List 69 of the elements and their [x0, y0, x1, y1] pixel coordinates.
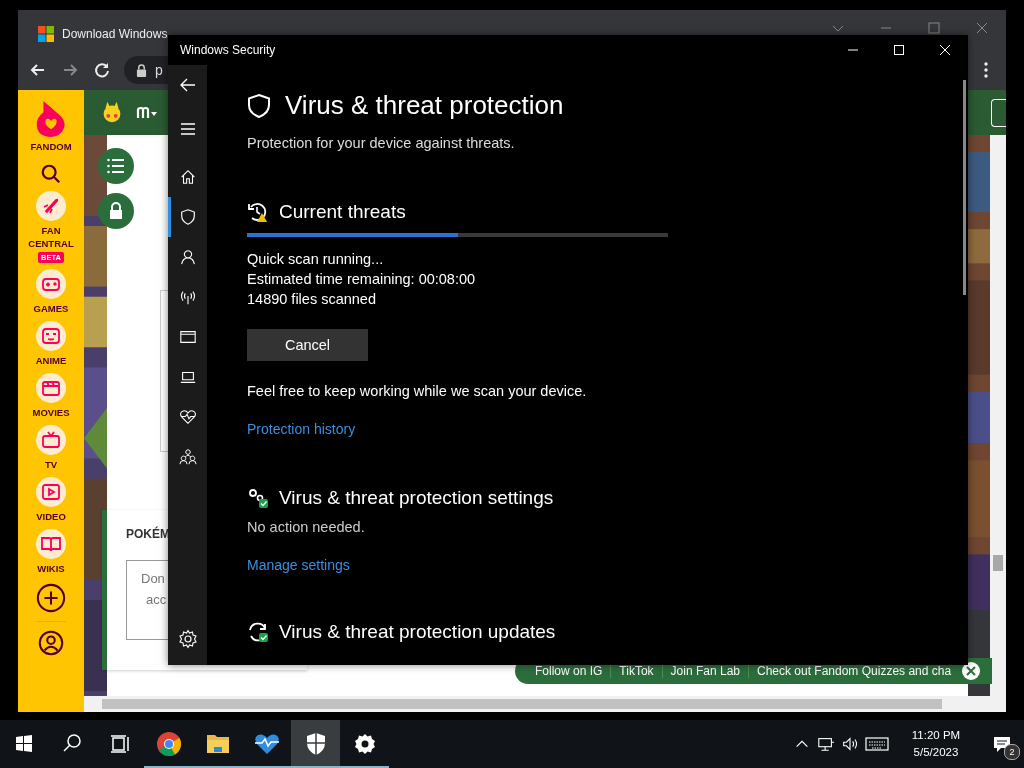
manage-settings-link[interactable]: Manage settings — [247, 557, 350, 573]
gears-icon — [247, 487, 269, 509]
nav-icon — [178, 168, 197, 186]
rocket-icon[interactable] — [36, 191, 66, 221]
page-subtitle: Protection for your device against threats. — [247, 135, 515, 151]
section-title: Virus & threat protection settings — [279, 487, 554, 509]
horizontal-scrollbar[interactable] — [84, 696, 1006, 712]
search-icon[interactable] — [40, 163, 62, 185]
vertical-scrollbar[interactable] — [990, 135, 1006, 696]
network-icon[interactable] — [817, 735, 835, 753]
time-text: 11:20 PM — [911, 728, 961, 743]
nav-icon — [178, 288, 197, 306]
clapper-icon[interactable] — [36, 373, 66, 403]
windows-logo-icon — [38, 26, 54, 42]
sidebar-item[interactable]: GAMES — [21, 302, 81, 315]
window-title: Windows Security — [180, 43, 276, 57]
sidebar-item[interactable]: WIKIS — [21, 562, 81, 575]
face-icon[interactable] — [36, 321, 66, 351]
notice-text: Don — [141, 571, 165, 586]
banner-link[interactable]: Check out Fandom Quizzes and cha — [749, 664, 960, 678]
nav-icon — [178, 448, 197, 466]
list-icon[interactable] — [98, 148, 134, 184]
scan-status: Estimated time remaining: 00:08:00 — [247, 270, 476, 289]
clock-warning-icon — [247, 201, 269, 223]
tv-icon[interactable] — [36, 425, 66, 455]
page-title: Virus & threat protection — [285, 90, 564, 121]
section-title: Current threats — [279, 201, 406, 223]
play-icon[interactable] — [36, 477, 66, 507]
nav-icon — [178, 208, 197, 226]
sidebar-item[interactable]: TV — [21, 458, 81, 471]
close-icon[interactable] — [961, 661, 982, 681]
scan-status: Quick scan running... — [247, 250, 384, 269]
nav-icon — [178, 408, 197, 426]
shield-app-button[interactable] — [291, 720, 340, 768]
notice-text: acc — [146, 592, 167, 607]
user-icon[interactable] — [36, 621, 66, 658]
sidebar-item[interactable]: ANIME — [21, 354, 81, 367]
maximize-icon[interactable] — [891, 42, 907, 58]
shield-icon — [247, 92, 271, 119]
sidebar-item[interactable]: VIDEO — [21, 510, 81, 523]
brand-name[interactable]: FANDOM — [21, 140, 81, 153]
book-icon[interactable] — [36, 529, 66, 559]
nav-icon — [178, 248, 197, 266]
scan-status: 14890 files scanned — [247, 290, 376, 309]
reload-icon[interactable] — [92, 60, 112, 80]
lock-icon[interactable] — [98, 193, 134, 229]
sidebar-item[interactable]: FAN CENTRAL — [21, 224, 81, 250]
date-text: 5/5/2023 — [913, 745, 959, 760]
close-icon[interactable] — [937, 42, 953, 58]
gamepad-icon[interactable] — [36, 269, 66, 299]
scan-note: Feel free to keep working while we scan your device. — [247, 383, 587, 399]
plus-icon[interactable] — [36, 583, 66, 613]
sync-icon — [247, 621, 269, 643]
protection-history-link[interactable]: Protection history — [247, 421, 356, 437]
scrollbar[interactable] — [963, 80, 966, 295]
volume-icon[interactable] — [841, 735, 859, 753]
clock[interactable]: 11:20 PM 5/5/2023 — [896, 727, 976, 761]
section-status: No action needed. — [247, 519, 365, 535]
settings-icon[interactable] — [177, 629, 198, 649]
header-button[interactable] — [991, 98, 1006, 127]
cancel-button[interactable]: Cancel — [247, 329, 368, 361]
sidebar-item[interactable]: MOVIES — [21, 406, 81, 419]
section-title: Virus & threat protection updates — [279, 621, 556, 643]
menu-dropdown-icon[interactable] — [136, 105, 158, 120]
card-heading: POKÉM — [126, 527, 170, 541]
keyboard-icon[interactable] — [865, 735, 889, 753]
notification-count: 2 — [1004, 744, 1020, 760]
nav-icon — [178, 328, 197, 346]
lock-icon — [136, 63, 147, 77]
